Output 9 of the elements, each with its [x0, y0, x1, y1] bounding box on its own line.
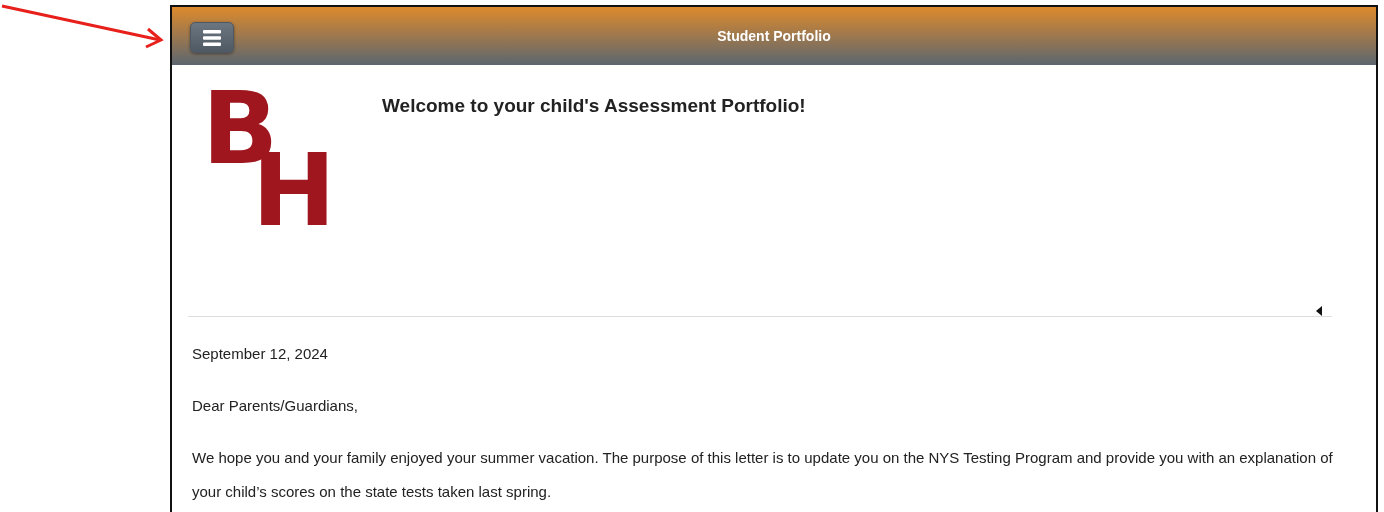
menu-icon [203, 29, 221, 46]
school-logo: BH [201, 69, 337, 251]
page-title: Student Portfolio [717, 28, 831, 44]
letter-date: September 12, 2024 [192, 344, 329, 364]
collapse-arrow-icon[interactable] [1316, 306, 1322, 316]
letter-paragraph: We hope you and your family enjoyed your summer vacation. The purpose of this letter is to update you on the NYS Testing Program and provide you with an explanation of your child’s scores on the state tests taken last spring. [192, 448, 1334, 502]
welcome-heading: Welcome to your child's Assessment Portfolio! [382, 95, 806, 118]
letter-greeting: Dear Parents/Guardians, [192, 396, 359, 416]
menu-button[interactable] [190, 22, 234, 53]
